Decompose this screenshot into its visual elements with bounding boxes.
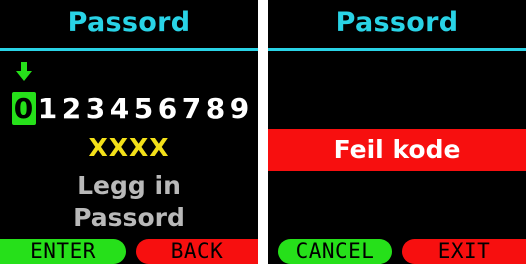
digit-6[interactable]: 6 — [156, 92, 180, 125]
title-divider — [0, 48, 258, 51]
digit-5[interactable]: 5 — [132, 92, 156, 125]
wrong-code-screen: Passord Feil kode CANCEL EXIT — [268, 0, 526, 264]
digit-1[interactable]: 1 — [36, 92, 60, 125]
enter-button[interactable]: ENTER — [0, 239, 126, 264]
digit-selector[interactable]: 0 1 2 3 4 5 6 7 8 9 — [12, 91, 252, 125]
prompt-line-1: Legg in — [77, 171, 181, 200]
cancel-button[interactable]: CANCEL — [278, 239, 392, 264]
screen-title: Passord — [335, 7, 459, 38]
digit-0[interactable]: 0 — [12, 91, 36, 125]
back-button[interactable]: BACK — [136, 239, 258, 264]
digit-7[interactable]: 7 — [180, 92, 204, 125]
arrow-down-icon — [16, 62, 32, 81]
digit-3[interactable]: 3 — [84, 92, 108, 125]
screen-title: Passord — [67, 7, 191, 38]
exit-button[interactable]: EXIT — [402, 239, 526, 264]
prompt-line-2: Passord — [73, 203, 185, 232]
digit-8[interactable]: 8 — [204, 92, 228, 125]
error-banner: Feil kode — [268, 129, 526, 171]
password-code-display: XXXX — [88, 133, 170, 162]
digit-4[interactable]: 4 — [108, 92, 132, 125]
digit-2[interactable]: 2 — [60, 92, 84, 125]
password-entry-screen: Passord 0 1 2 3 4 5 6 7 8 9 XXXX Legg in… — [0, 0, 258, 264]
digit-9[interactable]: 9 — [228, 92, 252, 125]
title-divider — [268, 48, 526, 51]
